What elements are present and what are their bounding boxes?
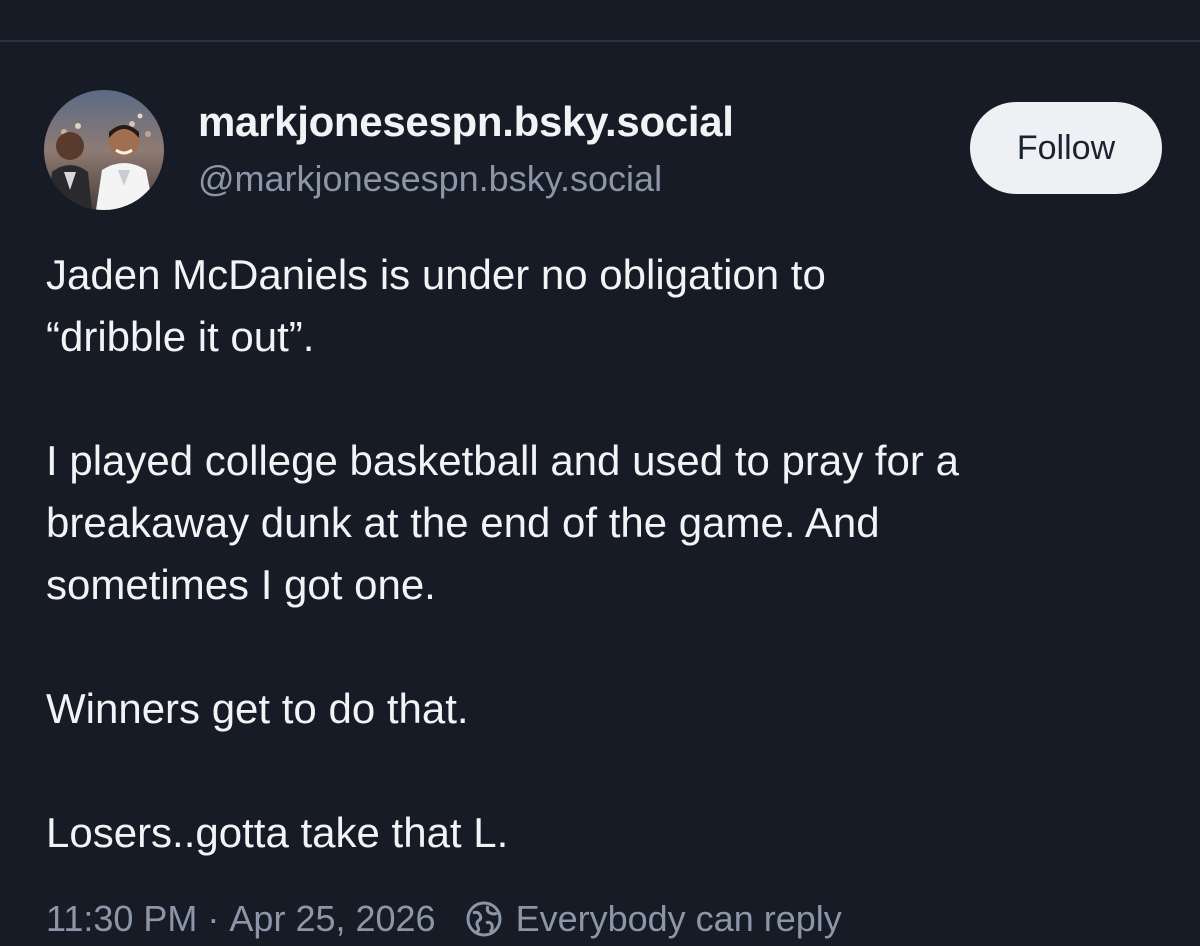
post-paragraph: I played college basketball and used to … [46, 437, 959, 608]
post-paragraph: Winners get to do that. [46, 685, 469, 732]
top-divider [0, 40, 1200, 42]
follow-button[interactable]: Follow [970, 102, 1162, 194]
author-display-name[interactable]: markjonesespn.bsky.social [198, 96, 734, 148]
avatar[interactable] [44, 90, 164, 210]
post-time: 11:30 PM [46, 898, 198, 939]
reply-setting-label: Everybody can reply [515, 898, 842, 939]
post-body: Jaden McDaniels is under no obligation t… [46, 244, 1166, 864]
reply-setting[interactable]: Everybody can reply [464, 898, 842, 940]
avatar-photo [44, 90, 164, 210]
post-date: Apr 25, 2026 [229, 898, 436, 939]
post-paragraph: Losers..gotta take that L. [46, 809, 509, 856]
globe-icon [464, 899, 504, 939]
post-meta: 11:30 PM · Apr 25, 2026 Everybody can re… [46, 893, 842, 945]
post-paragraph: Jaden McDaniels is under no obligation t… [46, 251, 826, 360]
author-handle[interactable]: @markjonesespn.bsky.social [198, 156, 662, 202]
meta-separator: · [207, 898, 220, 939]
